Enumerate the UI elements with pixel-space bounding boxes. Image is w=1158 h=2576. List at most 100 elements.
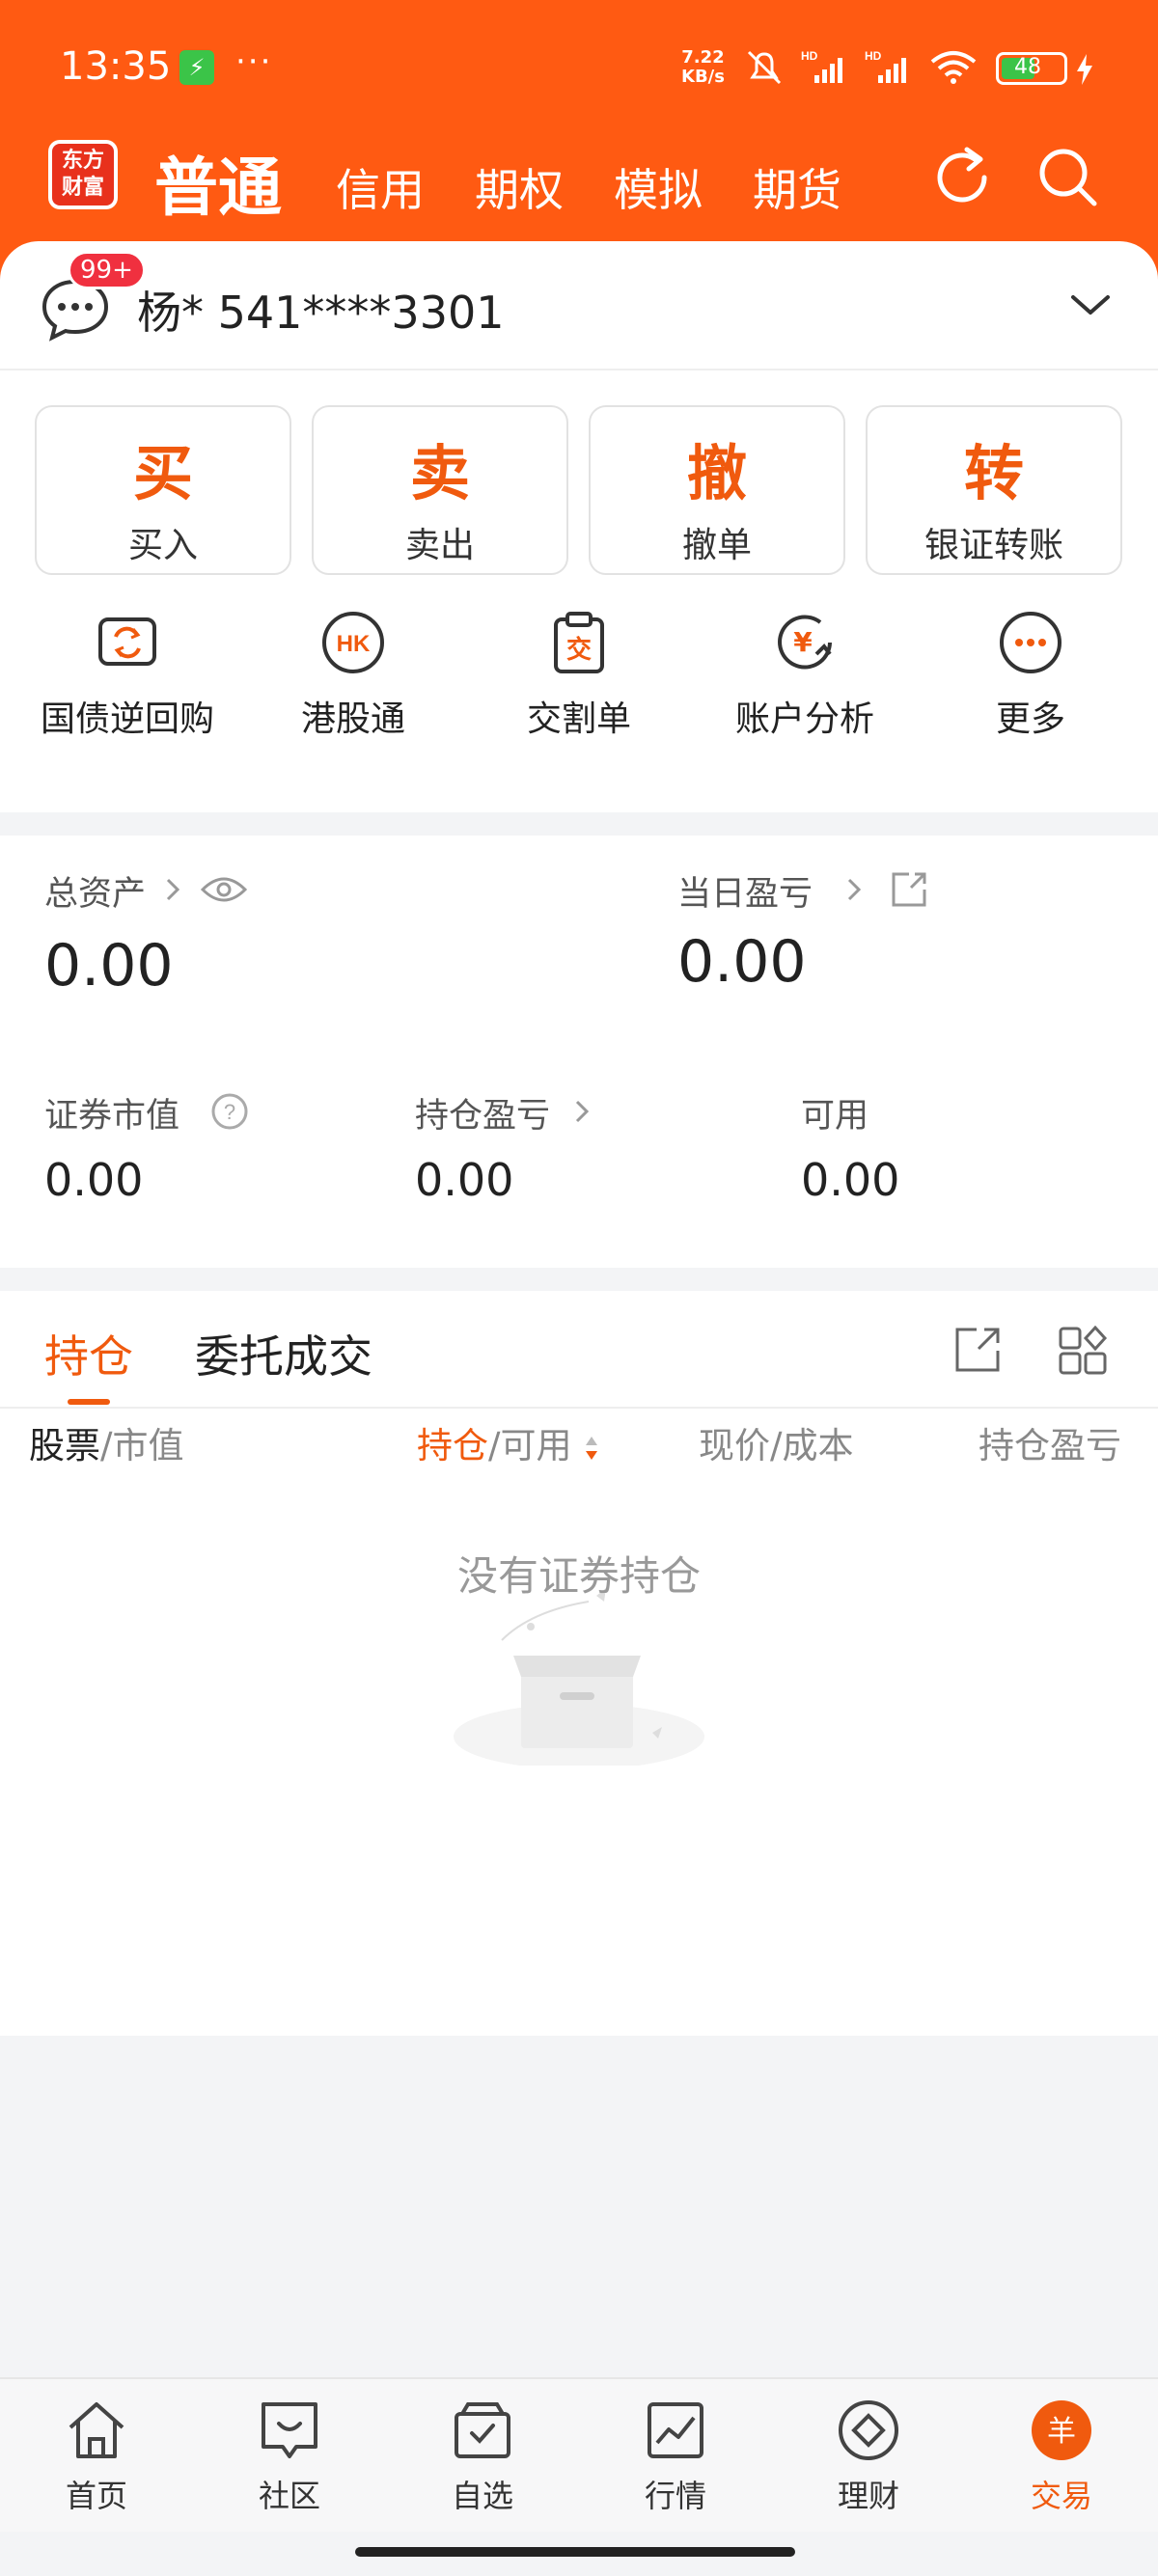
market-icon	[648, 2402, 703, 2458]
position-pnl-label[interactable]: 持仓盈亏	[415, 1088, 550, 1137]
total-assets-value: 0.00	[44, 932, 174, 1000]
nav-label: 理财	[837, 2478, 899, 2514]
net-speed-value: 7.22	[681, 47, 725, 68]
battery-icon: 48	[996, 52, 1067, 85]
quick-link-label: 账户分析	[734, 699, 874, 739]
total-assets-label[interactable]: 总资产	[44, 866, 146, 916]
trade-panel: 99+ 杨* 541****3301 买 买入 卖 卖出 撤 撤单 转 银证转账	[0, 241, 1158, 2036]
chevron-right-icon[interactable]	[845, 876, 865, 903]
charging-app-icon: ⚡	[179, 50, 214, 85]
quick-link-label: 交割单	[526, 699, 631, 739]
quick-links: 国债逆回购 HK 港股通 交 交割单 ¥ 账户分析 更多	[0, 608, 1158, 753]
nav-wealth[interactable]: 理财	[772, 2397, 965, 2516]
nav-watchlist[interactable]: 自选	[386, 2397, 579, 2516]
tab-orders-trades[interactable]: 委托成交	[195, 1322, 372, 1385]
market-value: 0.00	[44, 1154, 144, 1206]
nav-community[interactable]: 社区	[193, 2397, 386, 2516]
wealth-icon	[839, 2400, 898, 2460]
nav-market[interactable]: 行情	[579, 2397, 772, 2516]
section-divider	[0, 812, 1158, 836]
tab-options[interactable]: 期权	[475, 155, 564, 219]
col-holdings-primary: 持仓	[417, 1425, 488, 1466]
chevron-right-icon[interactable]	[573, 1098, 593, 1125]
hk-icon: HK	[322, 612, 384, 673]
logo-text-bottom: 财富	[61, 176, 104, 200]
svg-text:HD: HD	[801, 49, 818, 63]
transfer-label: 银证转账	[924, 526, 1063, 565]
tab-simulation[interactable]: 模拟	[614, 155, 703, 219]
app-header: 13:35 ⚡ ··· 7.22 KB/s HD HD 48 东方 财富 普通 …	[0, 0, 1158, 280]
quick-link-more[interactable]: 更多	[915, 608, 1146, 741]
quick-link-hk[interactable]: HK 港股通	[237, 608, 469, 741]
home-indicator[interactable]	[355, 2547, 795, 2557]
repo-icon	[98, 617, 156, 666]
tab-credit[interactable]: 信用	[336, 155, 425, 219]
status-bar: 13:35 ⚡ ··· 7.22 KB/s HD HD 48	[0, 0, 1158, 140]
bank-transfer-button[interactable]: 转 银证转账	[866, 405, 1122, 575]
daily-pnl-label[interactable]: 当日盈亏	[677, 866, 813, 916]
account-selector[interactable]: 99+ 杨* 541****3301	[0, 241, 1158, 370]
svg-text:HD: HD	[865, 49, 882, 63]
search-icon[interactable]	[1034, 144, 1102, 211]
signal-1-icon: HD	[801, 49, 842, 83]
col-stock[interactable]: 股票/市值	[29, 1416, 183, 1468]
tab-holdings[interactable]: 持仓	[44, 1322, 133, 1385]
col-holdings[interactable]: 持仓/可用	[417, 1416, 600, 1468]
export-icon[interactable]	[953, 1326, 1002, 1374]
buy-glyph: 买	[132, 438, 193, 508]
sell-glyph: 卖	[409, 438, 470, 508]
share-out-icon[interactable]	[890, 870, 928, 909]
net-speed: 7.22 KB/s	[681, 48, 725, 87]
app-logo: 东方 财富	[48, 140, 118, 209]
available-value: 0.00	[801, 1154, 900, 1206]
buy-button[interactable]: 买 买入	[35, 405, 291, 575]
trade-icon: 羊	[1032, 2400, 1091, 2460]
clipboard-icon: 交	[554, 612, 604, 673]
wifi-icon	[930, 51, 977, 84]
col-position-pnl[interactable]: 持仓盈亏	[979, 1416, 1133, 1468]
daily-pnl-value: 0.00	[677, 928, 807, 996]
quick-link-label: 港股通	[300, 699, 405, 739]
account-type-nav: 东方 财富 普通 信用 期权 模拟 期货	[0, 140, 1158, 256]
community-icon	[262, 2402, 317, 2458]
svg-text:?: ?	[224, 1100, 235, 1124]
cancel-glyph: 撤	[686, 438, 747, 508]
section-divider	[0, 1268, 1158, 1291]
status-time: 13:35	[60, 44, 172, 89]
quick-link-repo[interactable]: 国债逆回购	[12, 608, 243, 741]
tab-normal[interactable]: 普通	[154, 136, 282, 229]
transfer-glyph: 转	[963, 438, 1024, 508]
col-stock-primary: 股票	[29, 1425, 100, 1466]
nav-home[interactable]: 首页	[0, 2397, 193, 2516]
col-stock-secondary: /市值	[100, 1425, 184, 1466]
eye-icon[interactable]	[201, 874, 247, 905]
buy-label: 买入	[127, 526, 198, 565]
col-holdings-secondary: /可用	[488, 1425, 572, 1466]
net-speed-unit: KB/s	[681, 67, 725, 87]
tab-futures[interactable]: 期货	[753, 155, 841, 219]
quick-link-settlement[interactable]: 交 交割单	[463, 608, 695, 741]
chevron-right-icon[interactable]	[164, 876, 183, 903]
sell-label: 卖出	[404, 526, 475, 565]
account-label: 杨* 541****3301	[137, 287, 505, 339]
grid-view-icon[interactable]	[1058, 1326, 1108, 1376]
active-tab-indicator	[68, 1399, 110, 1405]
battery-level: 48	[1014, 55, 1041, 79]
clipboard-icon-text: 交	[566, 635, 592, 665]
refresh-icon[interactable]	[928, 144, 996, 211]
col-price-cost[interactable]: 现价/成本	[699, 1416, 853, 1468]
cancel-order-button[interactable]: 撤 撤单	[589, 405, 845, 575]
empty-state-message: 没有证券持仓	[456, 1552, 701, 1600]
sell-button[interactable]: 卖 卖出	[312, 405, 568, 575]
more-icon	[1000, 612, 1062, 673]
logo-mark: 东方 财富	[52, 144, 114, 206]
nav-trade[interactable]: 羊 交易	[965, 2397, 1158, 2516]
quick-link-analysis[interactable]: ¥ 账户分析	[689, 608, 921, 741]
chevron-down-icon[interactable]	[1069, 284, 1112, 326]
help-icon[interactable]: ?	[210, 1092, 249, 1131]
message-badge: 99+	[68, 251, 146, 289]
market-value-label: 证券市值	[44, 1097, 180, 1136]
nav-label: 自选	[451, 2478, 513, 2514]
nav-label: 社区	[258, 2478, 320, 2514]
watchlist-icon	[455, 2402, 510, 2458]
